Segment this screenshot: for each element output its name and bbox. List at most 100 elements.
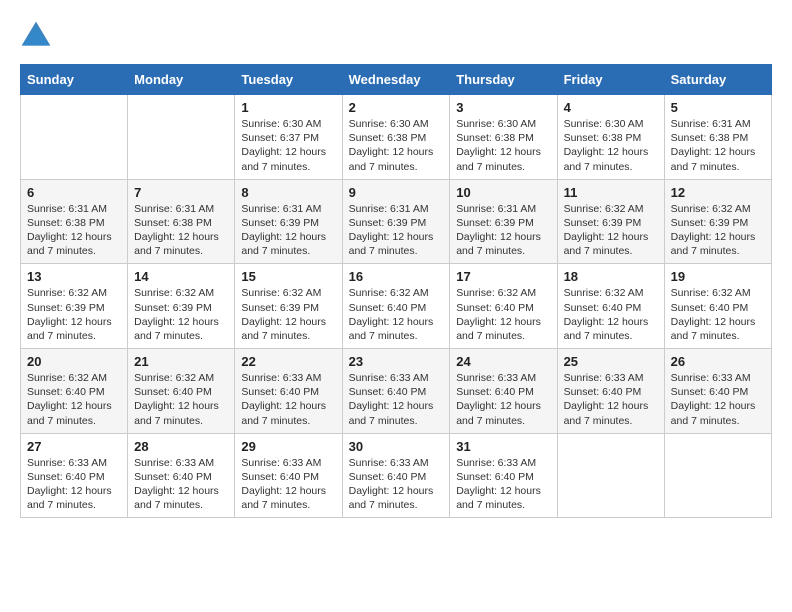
day-number: 1 <box>241 100 335 115</box>
calendar-week-row: 13 Sunrise: 6:32 AM Sunset: 6:39 PM Dayli… <box>21 264 772 349</box>
day-info: Sunrise: 6:33 AM Sunset: 6:40 PM Dayligh… <box>134 456 228 513</box>
day-number: 15 <box>241 269 335 284</box>
day-number: 26 <box>671 354 765 369</box>
calendar-cell: 18 Sunrise: 6:32 AM Sunset: 6:40 PM Dayli… <box>557 264 664 349</box>
calendar-cell: 9 Sunrise: 6:31 AM Sunset: 6:39 PM Daylig… <box>342 179 450 264</box>
calendar-cell: 2 Sunrise: 6:30 AM Sunset: 6:38 PM Daylig… <box>342 95 450 180</box>
day-number: 20 <box>27 354 121 369</box>
calendar-cell: 6 Sunrise: 6:31 AM Sunset: 6:38 PM Daylig… <box>21 179 128 264</box>
day-number: 27 <box>27 439 121 454</box>
day-number: 7 <box>134 185 228 200</box>
day-info: Sunrise: 6:33 AM Sunset: 6:40 PM Dayligh… <box>456 371 550 428</box>
day-info: Sunrise: 6:33 AM Sunset: 6:40 PM Dayligh… <box>671 371 765 428</box>
day-number: 22 <box>241 354 335 369</box>
calendar-cell: 31 Sunrise: 6:33 AM Sunset: 6:40 PM Dayli… <box>450 433 557 518</box>
day-info: Sunrise: 6:32 AM Sunset: 6:40 PM Dayligh… <box>349 286 444 343</box>
day-info: Sunrise: 6:32 AM Sunset: 6:39 PM Dayligh… <box>564 202 658 259</box>
calendar-cell: 3Sunrise: 6:30 AM Sunset: 6:38 PM Daylig… <box>450 95 557 180</box>
day-number: 21 <box>134 354 228 369</box>
day-info: Sunrise: 6:32 AM Sunset: 6:39 PM Dayligh… <box>671 202 765 259</box>
logo-icon <box>20 20 52 48</box>
day-number: 31 <box>456 439 550 454</box>
calendar-header-tuesday: Tuesday <box>235 65 342 95</box>
day-number: 25 <box>564 354 658 369</box>
calendar-cell: 24 Sunrise: 6:33 AM Sunset: 6:40 PM Dayli… <box>450 349 557 434</box>
day-info: Sunrise: 6:30 AM Sunset: 6:38 PM Dayligh… <box>349 117 444 174</box>
day-info: Sunrise: 6:32 AM Sunset: 6:40 PM Dayligh… <box>456 286 550 343</box>
calendar-cell: 22 Sunrise: 6:33 AM Sunset: 6:40 PM Dayli… <box>235 349 342 434</box>
day-info: Sunrise: 6:32 AM Sunset: 6:39 PM Dayligh… <box>134 286 228 343</box>
day-number: 12 <box>671 185 765 200</box>
day-number: 23 <box>349 354 444 369</box>
calendar-header-monday: Monday <box>128 65 235 95</box>
day-info: Sunrise: 6:32 AM Sunset: 6:40 PM Dayligh… <box>564 286 658 343</box>
calendar-cell: 4 Sunrise: 6:30 AM Sunset: 6:38 PM Daylig… <box>557 95 664 180</box>
day-number: 10 <box>456 185 550 200</box>
day-number: 16 <box>349 269 444 284</box>
day-number: 28 <box>134 439 228 454</box>
day-number: 9 <box>349 185 444 200</box>
day-number: 13 <box>27 269 121 284</box>
day-info: Sunrise: 6:31 AM Sunset: 6:39 PM Dayligh… <box>456 202 550 259</box>
calendar-cell: 13 Sunrise: 6:32 AM Sunset: 6:39 PM Dayli… <box>21 264 128 349</box>
day-info: Sunrise: 6:33 AM Sunset: 6:40 PM Dayligh… <box>349 371 444 428</box>
day-info: Sunrise: 6:30 AM Sunset: 6:37 PM Dayligh… <box>241 117 335 174</box>
day-info: Sunrise: 6:32 AM Sunset: 6:40 PM Dayligh… <box>134 371 228 428</box>
logo <box>20 20 58 48</box>
calendar-header-thursday: Thursday <box>450 65 557 95</box>
calendar-week-row: 6 Sunrise: 6:31 AM Sunset: 6:38 PM Daylig… <box>21 179 772 264</box>
day-number: 3 <box>456 100 550 115</box>
day-info: Sunrise: 6:31 AM Sunset: 6:38 PM Dayligh… <box>27 202 121 259</box>
calendar-header-sunday: Sunday <box>21 65 128 95</box>
day-number: 24 <box>456 354 550 369</box>
calendar-cell: 25 Sunrise: 6:33 AM Sunset: 6:40 PM Dayli… <box>557 349 664 434</box>
day-info: Sunrise: 6:33 AM Sunset: 6:40 PM Dayligh… <box>564 371 658 428</box>
calendar-header-saturday: Saturday <box>664 65 771 95</box>
calendar-table: SundayMondayTuesdayWednesdayThursdayFrid… <box>20 64 772 518</box>
day-info: Sunrise: 6:32 AM Sunset: 6:39 PM Dayligh… <box>241 286 335 343</box>
page-header <box>20 20 772 48</box>
day-info: Sunrise: 6:32 AM Sunset: 6:39 PM Dayligh… <box>27 286 121 343</box>
calendar-header-row: SundayMondayTuesdayWednesdayThursdayFrid… <box>21 65 772 95</box>
calendar-cell: 23 Sunrise: 6:33 AM Sunset: 6:40 PM Dayli… <box>342 349 450 434</box>
day-info: Sunrise: 6:31 AM Sunset: 6:38 PM Dayligh… <box>671 117 765 174</box>
day-number: 4 <box>564 100 658 115</box>
calendar-cell: 12 Sunrise: 6:32 AM Sunset: 6:39 PM Dayli… <box>664 179 771 264</box>
day-info: Sunrise: 6:30 AM Sunset: 6:38 PM Dayligh… <box>564 117 658 174</box>
day-number: 17 <box>456 269 550 284</box>
calendar-cell: 19 Sunrise: 6:32 AM Sunset: 6:40 PM Dayli… <box>664 264 771 349</box>
day-number: 6 <box>27 185 121 200</box>
calendar-cell: 8 Sunrise: 6:31 AM Sunset: 6:39 PM Daylig… <box>235 179 342 264</box>
calendar-cell: 16 Sunrise: 6:32 AM Sunset: 6:40 PM Dayli… <box>342 264 450 349</box>
day-info: Sunrise: 6:33 AM Sunset: 6:40 PM Dayligh… <box>349 456 444 513</box>
calendar-week-row: 20 Sunrise: 6:32 AM Sunset: 6:40 PM Dayli… <box>21 349 772 434</box>
day-number: 5 <box>671 100 765 115</box>
day-number: 29 <box>241 439 335 454</box>
day-info: Sunrise: 6:31 AM Sunset: 6:39 PM Dayligh… <box>241 202 335 259</box>
calendar-cell: 20 Sunrise: 6:32 AM Sunset: 6:40 PM Dayli… <box>21 349 128 434</box>
calendar-cell: 28 Sunrise: 6:33 AM Sunset: 6:40 PM Dayli… <box>128 433 235 518</box>
day-info: Sunrise: 6:32 AM Sunset: 6:40 PM Dayligh… <box>671 286 765 343</box>
day-number: 2 <box>349 100 444 115</box>
calendar-header-friday: Friday <box>557 65 664 95</box>
calendar-cell: 17 Sunrise: 6:32 AM Sunset: 6:40 PM Dayli… <box>450 264 557 349</box>
day-info: Sunrise: 6:32 AM Sunset: 6:40 PM Dayligh… <box>27 371 121 428</box>
calendar-cell: 1 Sunrise: 6:30 AM Sunset: 6:37 PM Daylig… <box>235 95 342 180</box>
day-info: Sunrise: 6:31 AM Sunset: 6:38 PM Dayligh… <box>134 202 228 259</box>
day-number: 30 <box>349 439 444 454</box>
calendar-cell: 30 Sunrise: 6:33 AM Sunset: 6:40 PM Dayli… <box>342 433 450 518</box>
calendar-cell <box>557 433 664 518</box>
day-number: 19 <box>671 269 765 284</box>
day-number: 14 <box>134 269 228 284</box>
calendar-week-row: 27 Sunrise: 6:33 AM Sunset: 6:40 PM Dayli… <box>21 433 772 518</box>
calendar-cell: 21 Sunrise: 6:32 AM Sunset: 6:40 PM Dayli… <box>128 349 235 434</box>
day-info: Sunrise: 6:31 AM Sunset: 6:39 PM Dayligh… <box>349 202 444 259</box>
calendar-cell: 10 Sunrise: 6:31 AM Sunset: 6:39 PM Dayli… <box>450 179 557 264</box>
calendar-cell <box>664 433 771 518</box>
calendar-cell: 11Sunrise: 6:32 AM Sunset: 6:39 PM Dayli… <box>557 179 664 264</box>
day-info: Sunrise: 6:33 AM Sunset: 6:40 PM Dayligh… <box>241 371 335 428</box>
day-number: 18 <box>564 269 658 284</box>
day-info: Sunrise: 6:33 AM Sunset: 6:40 PM Dayligh… <box>456 456 550 513</box>
calendar-cell: 27Sunrise: 6:33 AM Sunset: 6:40 PM Dayli… <box>21 433 128 518</box>
day-number: 8 <box>241 185 335 200</box>
